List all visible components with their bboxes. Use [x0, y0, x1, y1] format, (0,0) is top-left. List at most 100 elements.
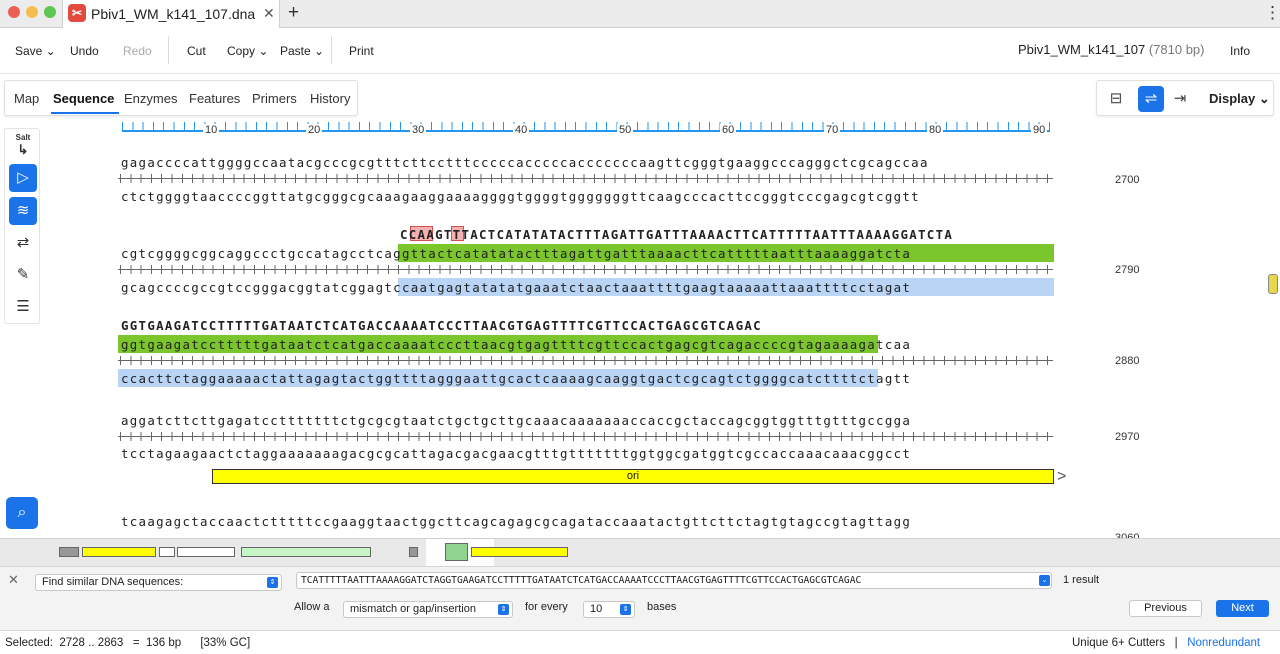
tab-features[interactable]: Features	[189, 91, 240, 106]
nonredundant-link[interactable]: Nonredundant	[1187, 637, 1260, 649]
ruler-label: 80	[927, 124, 944, 136]
enzyme-set-label: Unique 6+ Cutters	[1072, 637, 1166, 649]
info-button[interactable]: Info	[1230, 44, 1250, 58]
minimap-feature[interactable]	[409, 547, 418, 557]
bases-count-value: 10	[590, 603, 603, 615]
undo-button[interactable]: Undo	[70, 44, 99, 58]
ruler-label: 50	[617, 124, 634, 136]
strand-ticks	[120, 174, 1053, 183]
show-map-icon[interactable]: ⊟	[1103, 86, 1129, 112]
main-toolbar: Save ⌄ Undo Redo Cut Copy ⌄ Paste ⌄ Prin…	[0, 28, 1280, 74]
sequence-minimap[interactable]	[0, 538, 1280, 567]
ruler-label: 90	[1031, 124, 1048, 136]
paste-button[interactable]: Paste ⌄	[280, 44, 324, 58]
document-length: (7810 bp)	[1148, 42, 1205, 57]
snapgene-icon: ✂	[68, 4, 86, 22]
chevron-updown-icon: ⇕	[620, 604, 631, 615]
fit-width-icon[interactable]: ⇥	[1167, 86, 1193, 112]
ruler-label: 60	[720, 124, 737, 136]
result-count: 1 result	[1063, 574, 1100, 586]
tab-map[interactable]: Map	[14, 91, 39, 106]
bottom-strand[interactable]: ctctggggtaaccccggttatgcgggcgcaaagaaggaaa…	[121, 189, 920, 204]
feature-arrow-icon[interactable]: ▷	[9, 164, 37, 192]
save-button[interactable]: Save ⌄	[15, 44, 56, 58]
tab-primers[interactable]: Primers	[252, 91, 297, 106]
double-strand-icon[interactable]: ≋	[9, 197, 37, 225]
tab-close-icon[interactable]: ✕	[263, 5, 275, 22]
top-strand[interactable]: tcaagagctaccaactctttttccgaaggtaactggcttc…	[121, 514, 911, 529]
print-button[interactable]: Print	[349, 44, 374, 58]
tab-enzymes[interactable]: Enzymes	[124, 91, 177, 106]
ruler-label: 10	[203, 124, 220, 136]
find-query-input[interactable]: TCATTTTTAATTTAAAAGGATCTAGGTGAAGATCCTTTTT…	[296, 572, 1052, 589]
copy-button[interactable]: Copy ⌄	[227, 44, 268, 58]
feature-ori[interactable]: ori	[212, 469, 1054, 484]
sequence-ruler: 10 20 30 40 50 60 70 80 90	[122, 118, 1050, 136]
more-menu-icon[interactable]: ⋮	[1264, 3, 1280, 23]
previous-button[interactable]: Previous	[1129, 600, 1202, 617]
chevron-updown-icon: ⇕	[498, 604, 509, 615]
paintbrush-icon[interactable]: ✎	[9, 261, 37, 289]
next-button[interactable]: Next	[1216, 600, 1269, 617]
chevron-down-icon[interactable]: ⌄	[1039, 575, 1050, 586]
allow-label: Allow a	[294, 601, 330, 613]
top-strand[interactable]: ggtgaagatcctttttgataatctcatgaccaaaatccct…	[121, 337, 911, 352]
swap-strand-icon[interactable]: ⇄	[9, 229, 37, 257]
bottom-strand[interactable]: gcagccccgccgtccgggacggtatcggagtccaatgagt…	[121, 280, 911, 295]
document-name: Pbiv1_WM_k141_107	[1018, 42, 1146, 57]
minimap-feature[interactable]	[159, 547, 175, 557]
position-number: 2790	[1115, 264, 1140, 276]
minimap-feature[interactable]	[59, 547, 79, 557]
strand-ticks	[120, 432, 1053, 441]
salt-tool[interactable]: Salt ↳	[9, 132, 37, 160]
position-number: 2970	[1115, 431, 1140, 443]
strand-ticks	[120, 356, 1053, 365]
view-tabs: Map Sequence Enzymes Features Primers Hi…	[4, 80, 358, 116]
salt-icon: ↳	[17, 142, 29, 157]
feature-direction-icon: >	[1057, 468, 1067, 485]
minimap-feature[interactable]	[471, 547, 568, 557]
top-strand[interactable]: gagaccccattggggccaatacgcccgcgtttcttccttt…	[121, 155, 929, 170]
close-find-icon[interactable]: ✕	[8, 572, 19, 588]
mismatch-type-select[interactable]: mismatch or gap/insertion ⇕	[343, 601, 513, 618]
status-separator: |	[1174, 637, 1178, 649]
minimap-feature[interactable]	[177, 547, 235, 557]
position-number: 2700	[1115, 174, 1140, 186]
document-title: Pbiv1_WM_k141_107 (7810 bp)	[1018, 42, 1204, 57]
ruler-label: 70	[824, 124, 841, 136]
new-tab-button[interactable]: +	[288, 2, 299, 24]
top-strand[interactable]: aggatcttcttgagatcctttttttctgcgcgtaatctgc…	[121, 413, 911, 428]
document-tab[interactable]: ✂ Pbiv1_WM_k141_107.dna ✕	[62, 0, 280, 28]
list-view-icon[interactable]: ☰	[9, 293, 37, 321]
chevron-updown-icon: ⇕	[267, 577, 278, 588]
zoom-window-button[interactable]	[44, 6, 56, 18]
left-toolbar: Salt ↳ ▷ ≋ ⇄ ✎ ☰	[4, 128, 40, 324]
bottom-strand[interactable]: ccacttctaggaaaaactattagagtactggttttaggga…	[121, 371, 911, 386]
title-bar: ✂ Pbiv1_WM_k141_107.dna ✕ + ⋮	[0, 0, 1280, 28]
close-window-button[interactable]	[8, 6, 20, 18]
minimap-feature[interactable]	[445, 543, 468, 561]
status-bar: Selected: 2728 .. 2863 = 136 bp [33% GC]…	[0, 630, 1280, 654]
cut-button[interactable]: Cut	[187, 44, 206, 58]
ruler-line	[122, 130, 1050, 132]
ruler-label: 20	[306, 124, 323, 136]
bottom-strand[interactable]: tcctagaagaactctaggaaaaaaagacgcgcattagacg…	[121, 446, 911, 461]
scroll-position-marker[interactable]	[1268, 274, 1278, 294]
salt-label: Salt	[15, 133, 31, 142]
minimap-feature[interactable]	[241, 547, 371, 557]
tab-history[interactable]: History	[310, 91, 350, 106]
wrap-sequence-icon[interactable]: ⇌	[1138, 86, 1164, 112]
tab-sequence[interactable]: Sequence	[53, 91, 114, 106]
view-controls: ⊟ ⇌ ⇥ Display ⌄	[1096, 80, 1274, 116]
ruler-label: 30	[410, 124, 427, 136]
find-bar: ✕ Find similar DNA sequences: ⇕ TCATTTTT…	[0, 566, 1280, 630]
minimize-window-button[interactable]	[26, 6, 38, 18]
minimap-feature[interactable]	[82, 547, 156, 557]
search-icon[interactable]: ⌕	[6, 497, 38, 529]
redo-button[interactable]: Redo	[123, 44, 152, 58]
bases-count-select[interactable]: 10 ⇕	[583, 601, 635, 618]
display-menu-button[interactable]: Display ⌄	[1209, 91, 1270, 107]
find-mode-select[interactable]: Find similar DNA sequences: ⇕	[35, 574, 282, 591]
top-strand[interactable]: cgtcggggcggcaggccctgccatagcctcaggttactca…	[121, 246, 911, 261]
position-number: 2880	[1115, 355, 1140, 367]
